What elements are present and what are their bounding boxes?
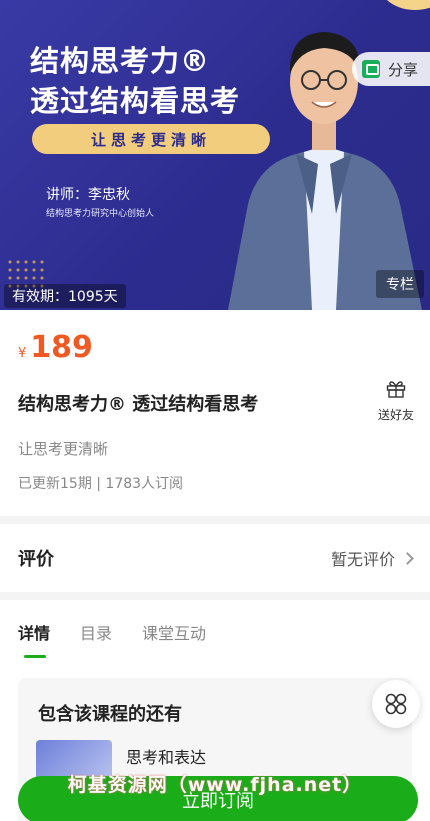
- watermark: 柯基资源网（www.fjha.net）: [67, 774, 363, 796]
- banner-title-line1: 结构思考力®: [30, 44, 211, 78]
- review-label: 评价: [18, 549, 54, 570]
- tab-details[interactable]: 详情: [18, 620, 50, 658]
- share-button[interactable]: 分享: [351, 52, 430, 86]
- chevron-right-icon: [401, 551, 414, 565]
- included-heading: 包含该课程的还有: [38, 704, 182, 725]
- gift-button[interactable]: 送好友: [376, 380, 416, 423]
- course-title: 结构思考力® 透过结构看思考: [18, 394, 259, 415]
- currency-symbol: ¥: [18, 346, 27, 361]
- price: ¥ 189: [18, 330, 93, 365]
- banner-title-line2: 透过结构看思考: [30, 84, 241, 118]
- tab-interaction[interactable]: 课堂互动: [142, 620, 206, 644]
- menu-floating-button[interactable]: [372, 680, 420, 728]
- grid-icon: [385, 693, 407, 715]
- banner-teacher: 讲师：李忠秋: [46, 187, 130, 203]
- course-banner: 结构思考力® 透过结构看思考 让思考更清晰 讲师：李忠秋 结构思考力研究中心创始…: [0, 0, 430, 310]
- course-info-card: ¥ 189 结构思考力® 透过结构看思考 送好友 让思考更清晰 已更新15期 |…: [0, 310, 430, 516]
- share-icon: [361, 60, 380, 78]
- course-subtitle: 让思考更清晰: [18, 440, 109, 458]
- tab-bar: 详情 目录 课堂互动: [18, 620, 206, 658]
- review-row[interactable]: 评价 暂无评价: [0, 524, 430, 592]
- gift-icon: [386, 381, 406, 398]
- type-badge: 专栏: [376, 270, 424, 298]
- tab-catalog[interactable]: 目录: [80, 620, 112, 644]
- included-course-title[interactable]: 思考和表达: [126, 744, 206, 768]
- share-label: 分享: [387, 60, 418, 79]
- validity-badge: 有效期：1095天: [4, 284, 126, 308]
- decorative-circle: [380, 0, 430, 10]
- banner-teacher-title: 结构思考力研究中心创始人: [46, 209, 155, 219]
- course-detail-page: 结构思考力® 透过结构看思考 让思考更清晰 讲师：李忠秋 结构思考力研究中心创始…: [0, 0, 430, 821]
- gift-label: 送好友: [377, 408, 414, 422]
- course-meta: 已更新15期 | 1783人订阅: [18, 476, 184, 492]
- review-value: 暂无评价: [330, 550, 395, 569]
- price-value: 189: [30, 330, 93, 365]
